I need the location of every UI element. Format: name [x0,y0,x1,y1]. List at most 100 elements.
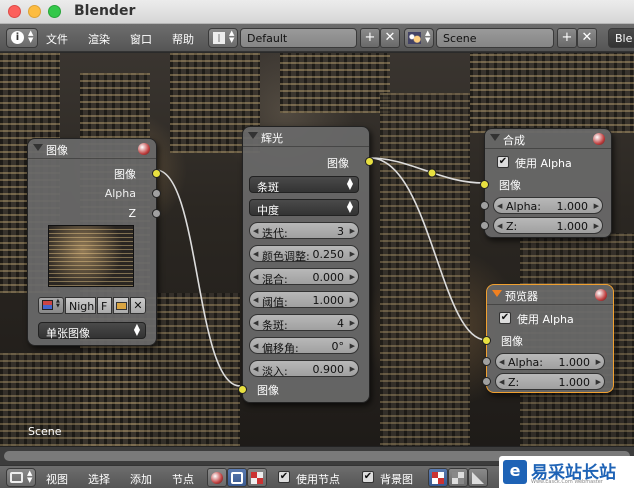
menu-window[interactable]: 窗口 [130,31,152,47]
fake-user-button[interactable]: F [97,297,112,314]
image-browse-button[interactable]: ▲ ▼ [38,297,64,314]
increment-arrow-icon[interactable]: ▶ [594,202,599,210]
iterations-field[interactable]: ◀ 迭代: 3 ▶ [249,222,359,240]
decrement-arrow-icon[interactable]: ◀ [253,273,258,281]
streaks-field[interactable]: ◀ 条斑: 4 ▶ [249,314,359,332]
increment-arrow-icon[interactable]: ▶ [350,227,355,235]
glare-output-socket[interactable] [365,157,374,166]
close-window-button[interactable] [8,5,21,18]
scene-icon-button[interactable]: ▲ ▼ [404,28,434,48]
composite-node-header[interactable]: 合成 [485,129,611,149]
image-node-header[interactable]: 图像 [28,139,156,159]
increment-arrow-icon[interactable]: ▶ [350,250,355,258]
glare-input-socket[interactable] [238,385,247,394]
color-modulation-field[interactable]: ◀ 颜色调整: 0.250 ▶ [249,245,359,263]
composite-alpha-socket[interactable] [480,201,489,210]
preview-toggle-icon[interactable] [593,133,605,145]
use-alpha-checkbox[interactable]: ✔ [499,312,511,324]
menu-help[interactable]: 帮助 [172,31,194,47]
increment-arrow-icon[interactable]: ▶ [350,319,355,327]
image-node[interactable]: 图像 图像 Alpha Z ▲ ▼ Nigh F ✕ 单张图像 ▲ ▼ [27,138,161,346]
preview-toggle-icon[interactable] [595,289,607,301]
scene-field[interactable]: Scene [436,28,554,48]
texture-nodes-button[interactable] [247,468,267,487]
composite-image-socket[interactable] [480,180,489,189]
decrement-arrow-icon[interactable]: ◀ [253,365,258,373]
fade-field[interactable]: ◀ 淡入: 0.900 ▶ [249,360,359,378]
maximize-window-button[interactable] [48,5,61,18]
use-nodes-checkbox[interactable]: ✔ [278,471,290,483]
decrement-arrow-icon[interactable]: ◀ [253,342,258,350]
increment-arrow-icon[interactable]: ▶ [350,342,355,350]
decrement-arrow-icon[interactable]: ◀ [499,378,504,386]
composite-z-field[interactable]: ◀ Z: 1.000 ▶ [493,217,603,234]
viewer-z-field[interactable]: ◀ Z: 1.000 ▶ [495,373,605,390]
collapse-triangle-icon[interactable] [33,144,43,151]
increment-arrow-icon[interactable]: ▶ [350,365,355,373]
backdrop-channels-alpha-button[interactable] [448,468,468,487]
backdrop-alpha-only-button[interactable] [468,468,488,487]
increment-arrow-icon[interactable]: ▶ [596,378,601,386]
image-name-field[interactable]: Nigh [65,297,96,314]
menu-view[interactable]: 视图 [46,471,68,487]
open-image-button[interactable] [113,297,129,314]
decrement-arrow-icon[interactable]: ◀ [253,319,258,327]
composite-alpha-field[interactable]: ◀ Alpha: 1.000 ▶ [493,197,603,214]
increment-arrow-icon[interactable]: ▶ [350,273,355,281]
decrement-arrow-icon[interactable]: ◀ [497,222,502,230]
minimize-window-button[interactable] [28,5,41,18]
add-scene-button[interactable]: + [557,28,577,48]
decrement-arrow-icon[interactable]: ◀ [497,202,502,210]
menu-file[interactable]: 文件 [46,31,68,47]
node-editor-backdrop[interactable]: 图像 图像 Alpha Z ▲ ▼ Nigh F ✕ 单张图像 ▲ ▼ 辉光 图… [0,53,634,446]
decrement-arrow-icon[interactable]: ◀ [253,227,258,235]
composite-z-socket[interactable] [480,221,489,230]
editor-type-button[interactable]: ▲ ▼ [6,468,36,487]
use-alpha-checkbox[interactable]: ✔ [497,156,509,168]
composite-node[interactable]: 合成 ✔ 使用 Alpha 图像 ◀ Alpha: 1.000 ▶ ◀ Z: 1… [480,128,612,238]
unlink-image-button[interactable]: ✕ [130,297,146,314]
angle-offset-field[interactable]: ◀ 偏移角: 0° ▶ [249,337,359,355]
viewer-image-socket[interactable] [482,336,491,345]
shader-nodes-button[interactable] [207,468,227,487]
image-source-select[interactable]: 单张图像 ▲ ▼ [38,322,146,340]
threshold-field[interactable]: ◀ 阈值: 1.000 ▶ [249,291,359,309]
collapse-triangle-icon[interactable] [490,134,500,141]
mix-field[interactable]: ◀ 混合: 0.000 ▶ [249,268,359,286]
menu-select[interactable]: 选择 [88,471,110,487]
preview-toggle-icon[interactable] [138,143,150,155]
viewer-node-header[interactable]: 预览器 [487,285,613,305]
glare-node-header[interactable]: 辉光 [243,127,369,147]
decrement-arrow-icon[interactable]: ◀ [499,358,504,366]
compositing-nodes-button[interactable] [227,468,247,487]
viewer-alpha-socket[interactable] [482,357,491,366]
increment-arrow-icon[interactable]: ▶ [594,222,599,230]
viewer-z-socket[interactable] [482,377,491,386]
decrement-arrow-icon[interactable]: ◀ [253,250,258,258]
menu-add[interactable]: 添加 [130,471,152,487]
viewer-node[interactable]: 预览器 ✔ 使用 Alpha 图像 ◀ Alpha: 1.000 ▶ ◀ Z: … [482,284,614,393]
decrement-arrow-icon[interactable]: ◀ [253,296,258,304]
glare-type-select[interactable]: 条斑 ▲ ▼ [249,176,359,194]
delete-scene-button[interactable]: ✕ [577,28,597,48]
increment-arrow-icon[interactable]: ▶ [596,358,601,366]
increment-arrow-icon[interactable]: ▶ [350,296,355,304]
screen-layout-field[interactable]: Default [240,28,357,48]
collapse-triangle-icon[interactable] [248,132,258,139]
viewer-alpha-field[interactable]: ◀ Alpha: 1.000 ▶ [495,353,605,370]
menu-node[interactable]: 节点 [172,471,194,487]
glare-node[interactable]: 辉光 图像 条斑 ▲ ▼ 中度 ▲ ▼ ◀ 迭代: 3 ▶ ◀ 颜色调整: 0.25… [238,126,374,403]
menu-render[interactable]: 渲染 [88,31,110,47]
backdrop-channels-color-button[interactable] [428,468,448,487]
alpha-output-socket[interactable] [152,189,161,198]
image-output-socket[interactable] [152,169,161,178]
glare-quality-select[interactable]: 中度 ▲ ▼ [249,199,359,217]
delete-layout-button[interactable]: ✕ [380,28,400,48]
backdrop-checkbox[interactable]: ✔ [362,471,374,483]
editor-type-button[interactable]: i ▲ ▼ [6,28,38,48]
add-layout-button[interactable]: + [360,28,380,48]
screen-layout-icon-button[interactable]: ▲ ▼ [208,28,238,48]
z-output-socket[interactable] [152,209,161,218]
render-engine-select[interactable]: Ble [608,28,634,48]
collapse-triangle-icon[interactable] [492,290,502,297]
